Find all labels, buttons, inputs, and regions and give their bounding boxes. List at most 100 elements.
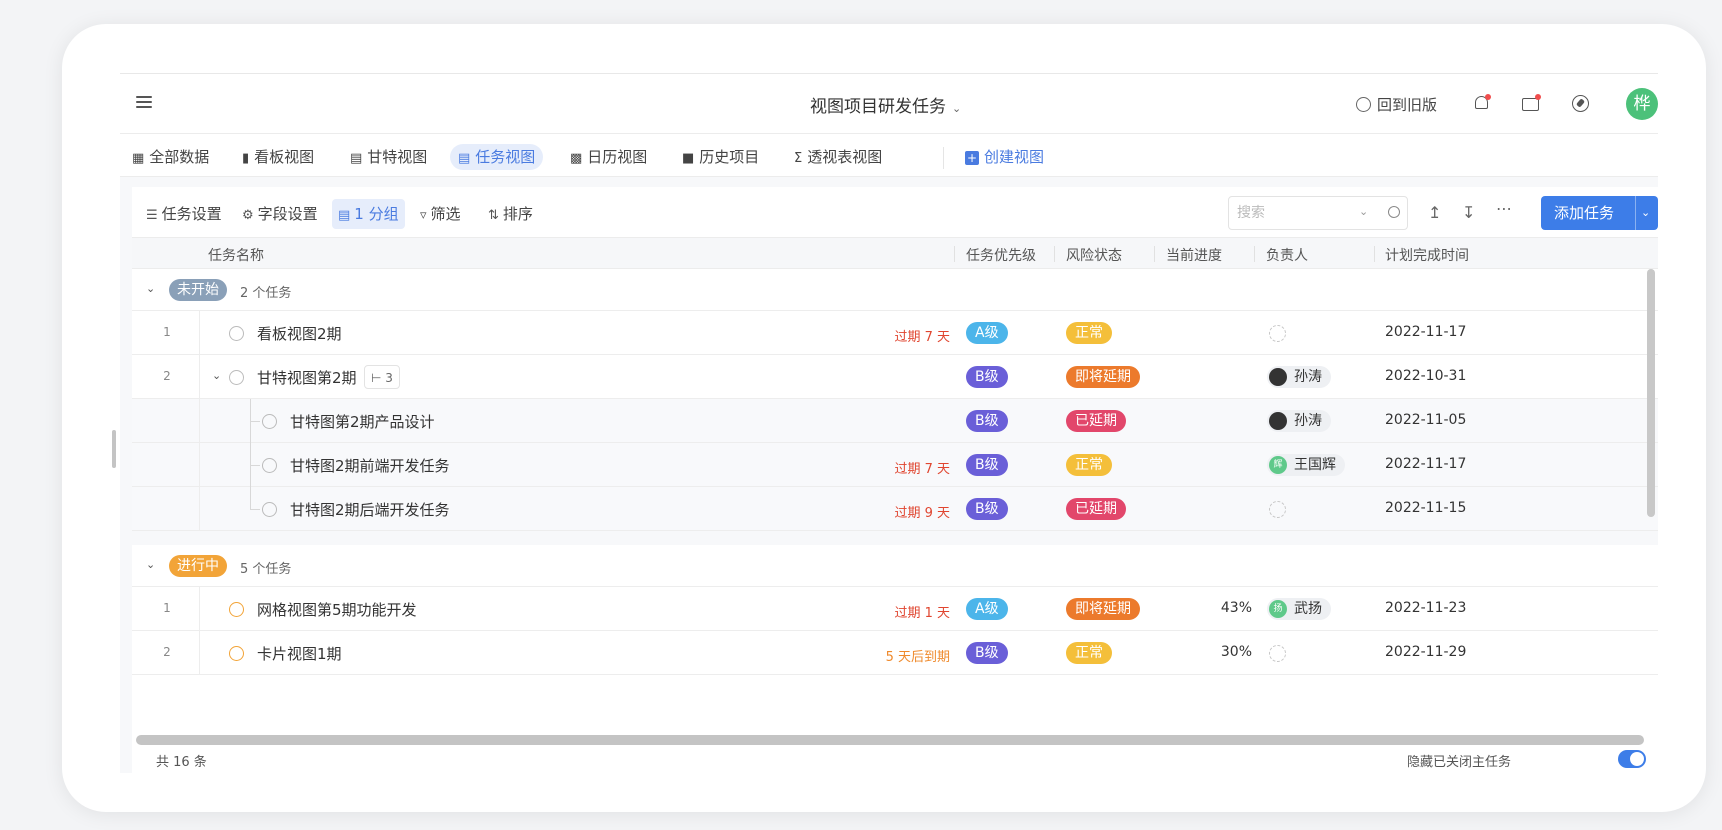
collapse-chevron-icon[interactable]: ⌄ [146, 282, 155, 295]
field-settings-button[interactable]: ⚙ 字段设置 [236, 199, 324, 229]
risk-badge[interactable]: 已延期 [1066, 498, 1126, 520]
owner-chip[interactable]: 孙涛 [1267, 410, 1331, 432]
task-name[interactable]: 网格视图第5期功能开发 [257, 599, 417, 620]
task-name[interactable]: 卡片视图1期 [257, 643, 342, 664]
subtask-count-badge[interactable]: ⊢ 3 [364, 365, 400, 389]
create-view-button[interactable]: + 创建视图 [957, 144, 1052, 170]
table-row[interactable]: 1 网格视图第5期功能开发 过期 1 天 A级 即将延期 43% 扬武扬 202… [132, 587, 1658, 631]
col-divider[interactable] [1154, 246, 1155, 262]
table-row[interactable]: 1 看板视图2期 过期 7 天 A级 正常 2022-11-17 [132, 311, 1658, 355]
expand-subtasks-chevron-icon[interactable]: ⌄ [212, 369, 221, 382]
owner-avatar [1269, 412, 1287, 430]
risk-badge[interactable]: 即将延期 [1066, 598, 1140, 620]
subtask-row[interactable]: 甘特图2期前端开发任务 过期 7 天 B级 正常 辉王国辉 2022-11-17 [132, 443, 1658, 487]
col-risk[interactable]: 风险状态 [1066, 245, 1122, 265]
col-task-name[interactable]: 任务名称 [208, 245, 264, 265]
col-divider[interactable] [1374, 246, 1375, 262]
subtask-row[interactable]: 甘特图2期后端开发任务 过期 9 天 B级 已延期 2022-11-15 [132, 487, 1658, 531]
project-title[interactable]: 视图项目研发任务 ⌄ [810, 92, 961, 117]
sort-button[interactable]: ⇅ 排序 [482, 199, 539, 229]
task-name[interactable]: 甘特图2期后端开发任务 [290, 499, 450, 520]
complete-checkbox[interactable] [262, 502, 277, 517]
risk-badge[interactable]: 即将延期 [1066, 366, 1140, 388]
risk-badge[interactable]: 正常 [1066, 454, 1112, 476]
search-dropdown-chevron-icon[interactable]: ⌄ [1359, 205, 1368, 218]
col-divider[interactable] [1054, 246, 1055, 262]
col-owner[interactable]: 负责人 [1266, 245, 1308, 265]
assign-owner-icon[interactable] [1269, 325, 1286, 342]
add-task-dropdown-chevron-icon[interactable]: ⌄ [1641, 196, 1650, 230]
col-due-date[interactable]: 计划完成时间 [1385, 245, 1469, 265]
due-date[interactable]: 2022-11-05 [1385, 412, 1466, 428]
owner-chip[interactable]: 孙涛 [1267, 366, 1331, 388]
tab-all-data[interactable]: ▦ 全部数据 [124, 144, 217, 170]
assign-owner-icon[interactable] [1269, 501, 1286, 518]
col-priority[interactable]: 任务优先级 [966, 245, 1036, 265]
complete-checkbox[interactable] [262, 458, 277, 473]
tab-kanban[interactable]: ▮ 看板视图 [234, 144, 322, 170]
risk-badge[interactable]: 正常 [1066, 642, 1112, 664]
subtask-tree-branch [250, 465, 260, 466]
task-name[interactable]: 看板视图2期 [257, 323, 342, 344]
more-icon[interactable]: ⋯ [1496, 199, 1512, 218]
search-icon[interactable] [1388, 206, 1400, 218]
due-date[interactable]: 2022-11-29 [1385, 644, 1466, 660]
task-name[interactable]: 甘特图2期前端开发任务 [290, 455, 450, 476]
due-date[interactable]: 2022-11-15 [1385, 500, 1466, 516]
table-row[interactable]: 2 卡片视图1期 5 天后到期 B级 正常 30% 2022-11-29 [132, 631, 1658, 675]
priority-badge[interactable]: B级 [966, 498, 1008, 520]
priority-badge[interactable]: B级 [966, 642, 1008, 664]
group-button[interactable]: ▤ 1 分组 [332, 199, 405, 229]
complete-checkbox[interactable] [229, 326, 244, 341]
inbox-icon[interactable] [1521, 94, 1541, 114]
priority-badge[interactable]: A级 [966, 598, 1008, 620]
complete-checkbox[interactable] [262, 414, 277, 429]
tab-gantt[interactable]: ▤ 甘特视图 [342, 144, 435, 170]
assign-owner-icon[interactable] [1269, 645, 1286, 662]
owner-chip[interactable]: 扬武扬 [1267, 598, 1331, 620]
back-to-old-version-button[interactable]: 回到旧版 [1356, 94, 1437, 115]
task-name[interactable]: 甘特图第2期产品设计 [290, 411, 435, 432]
search-input[interactable] [1228, 196, 1408, 230]
task-settings-button[interactable]: ☰ 任务设置 [140, 199, 228, 229]
add-task-button[interactable]: 添加任务 ⌄ [1541, 196, 1658, 230]
col-divider[interactable] [1254, 246, 1255, 262]
complete-checkbox[interactable] [229, 370, 244, 385]
subtask-row[interactable]: 甘特图第2期产品设计 B级 已延期 孙涛 2022-11-05 [132, 399, 1658, 443]
hide-closed-toggle[interactable] [1618, 750, 1646, 768]
vertical-scrollbar[interactable] [1647, 269, 1655, 517]
view-tabs: ▦ 全部数据 ▮ 看板视图 ▤ 甘特视图 ▤ 任务视图 ▩ 日历视图 ■ 历史项目 Σ 透视表… [120, 135, 1658, 177]
due-date[interactable]: 2022-10-31 [1385, 368, 1466, 384]
compass-icon[interactable] [1571, 94, 1591, 114]
risk-badge[interactable]: 已延期 [1066, 410, 1126, 432]
priority-badge[interactable]: B级 [966, 366, 1008, 388]
priority-badge[interactable]: A级 [966, 322, 1008, 344]
user-avatar[interactable]: 桦 [1626, 88, 1658, 120]
tab-history-projects[interactable]: ■ 历史项目 [674, 144, 767, 170]
notification-bell-icon[interactable] [1472, 94, 1492, 114]
horizontal-scrollbar[interactable] [136, 735, 1644, 745]
priority-badge[interactable]: B级 [966, 410, 1008, 432]
task-name[interactable]: 甘特视图第2期 [257, 367, 357, 388]
owner-chip[interactable]: 辉王国辉 [1267, 454, 1345, 476]
collapse-chevron-icon[interactable]: ⌄ [146, 558, 155, 571]
risk-badge[interactable]: 正常 [1066, 322, 1112, 344]
due-date[interactable]: 2022-11-17 [1385, 456, 1466, 472]
hamburger-menu-icon[interactable] [136, 96, 152, 110]
due-date[interactable]: 2022-11-23 [1385, 600, 1466, 616]
complete-checkbox[interactable] [229, 646, 244, 661]
col-progress[interactable]: 当前进度 [1166, 245, 1222, 265]
subtask-tree-branch [250, 421, 260, 422]
upload-icon[interactable]: ↥ [1428, 203, 1441, 222]
complete-checkbox[interactable] [229, 602, 244, 617]
due-date[interactable]: 2022-11-17 [1385, 324, 1466, 340]
tab-task-view[interactable]: ▤ 任务视图 [450, 144, 544, 170]
filter-button[interactable]: ▿ 筛选 [414, 199, 467, 229]
sidebar-resize-handle[interactable] [112, 430, 116, 468]
priority-badge[interactable]: B级 [966, 454, 1008, 476]
tab-calendar[interactable]: ▩ 日历视图 [562, 144, 655, 170]
download-icon[interactable]: ↧ [1462, 203, 1475, 222]
table-row[interactable]: 2 ⌄ 甘特视图第2期 ⊢ 3 B级 即将延期 孙涛 2022-10-31 [132, 355, 1658, 399]
col-divider[interactable] [954, 246, 955, 262]
tab-pivot[interactable]: Σ 透视表视图 [786, 144, 890, 170]
